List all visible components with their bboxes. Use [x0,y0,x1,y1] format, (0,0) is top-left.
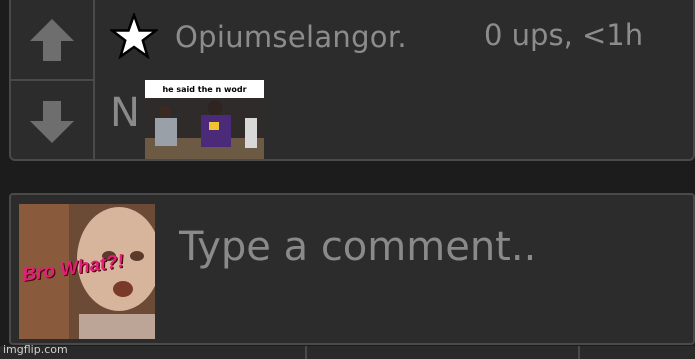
favorite-button[interactable] [108,11,160,60]
reply-box: Bro What?! [9,193,695,345]
vote-column [11,0,95,159]
watermark: imgflip.com [3,343,68,356]
comment-meta: 0 ups, <1h [484,18,644,52]
arrow-up-icon [30,19,74,61]
comment-username[interactable]: Opiumselangor. [175,20,407,54]
comment-card: Opiumselangor. 0 ups, <1h N he said the … [9,0,695,161]
meme-scene [145,98,264,159]
comment-meme-image[interactable]: he said the n wodr [145,80,264,159]
downvote-button[interactable] [27,96,77,148]
toolbar-divider [305,346,307,359]
vote-divider [11,79,93,81]
upvote-button[interactable] [27,14,77,66]
bottom-toolbar [0,346,695,359]
comment-input[interactable] [179,217,679,277]
avatar[interactable]: Bro What?! [19,204,155,339]
arrow-down-icon [30,101,74,143]
toolbar-divider [578,346,580,359]
meme-caption: he said the n wodr [145,80,264,98]
star-icon [108,11,160,60]
comment-body-text: N [110,90,140,136]
